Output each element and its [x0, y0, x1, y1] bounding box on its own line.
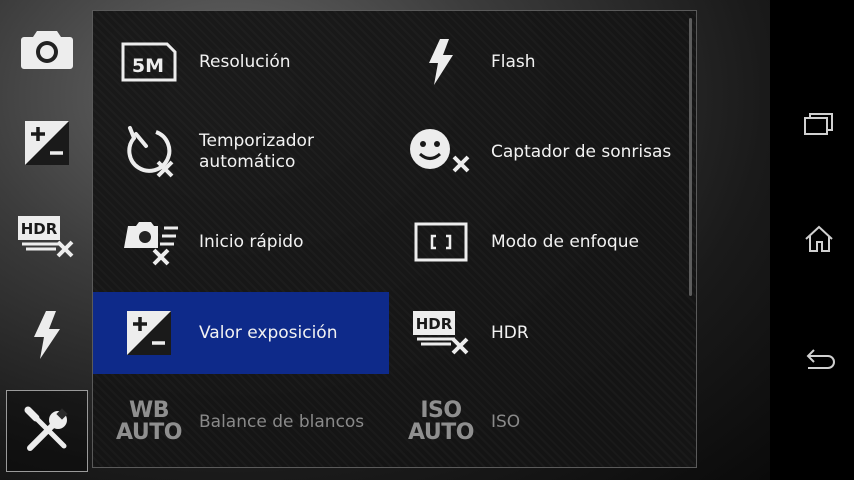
camera-sidebar: HDR [0, 0, 92, 480]
recent-apps-button[interactable] [802, 106, 836, 140]
home-icon [805, 225, 833, 252]
menu-item-focus-mode[interactable]: Modo de enfoque [391, 201, 681, 283]
iso-icon-text: ISO [420, 398, 462, 423]
menu-item-quick-launch[interactable]: Inicio rápido [99, 201, 389, 283]
white-balance-auto-icon: WB AUTO [116, 400, 182, 444]
back-button[interactable] [802, 344, 836, 378]
focus-mode-icon [414, 222, 468, 262]
exposure-icon [25, 121, 69, 165]
settings-tools-icon [24, 406, 68, 451]
self-timer-off-icon [127, 126, 174, 178]
flash-button[interactable] [6, 294, 88, 376]
menu-item-label: Flash [491, 51, 536, 72]
menu-item-hdr[interactable]: HDR HDR [391, 292, 681, 374]
menu-item-iso[interactable]: ISO AUTO ISO [391, 381, 681, 463]
home-button[interactable] [802, 222, 836, 256]
menu-item-resolution[interactable]: 5M Resolución [99, 21, 389, 103]
smile-shutter-off-icon [410, 129, 470, 173]
system-navigation-bar [770, 0, 854, 480]
auto-icon-text: AUTO [116, 420, 182, 445]
resolution-icon-text: 5M [132, 55, 164, 77]
menu-item-white-balance[interactable]: WB AUTO Balance de blancos [99, 381, 389, 463]
menu-item-flash[interactable]: Flash [391, 21, 681, 103]
menu-item-label: HDR [491, 322, 529, 343]
iso-auto-icon: ISO AUTO [408, 400, 474, 444]
menu-scrollbar[interactable] [689, 18, 692, 296]
back-icon [806, 349, 835, 369]
menu-item-label: Valor exposición [199, 322, 338, 343]
menu-item-label: Captador de sonrisas [491, 141, 672, 162]
menu-item-label: Modo de enfoque [491, 231, 639, 252]
menu-item-label: Resolución [199, 51, 291, 72]
menu-item-label: Temporizador automático [199, 131, 314, 172]
menu-item-self-timer[interactable]: Temporizador automático [99, 111, 389, 193]
camera-icon [21, 31, 73, 69]
resolution-5m-icon: 5M [121, 42, 177, 82]
auto-icon-text: AUTO [408, 420, 474, 445]
exposure-icon [127, 311, 171, 355]
settings-button[interactable] [6, 390, 88, 472]
hdr-icon-text: HDR [416, 315, 453, 333]
camera-mode-button[interactable] [6, 8, 88, 90]
flash-icon [429, 39, 453, 85]
hdr-off-icon: HDR [18, 216, 74, 258]
camera-settings-menu: 5M Resolución Flash Temporizador automát… [92, 10, 697, 468]
hdr-off-icon: HDR [413, 311, 469, 355]
menu-item-smile-shutter[interactable]: Captador de sonrisas [391, 111, 681, 193]
recent-apps-icon [804, 113, 833, 135]
menu-item-label: Balance de blancos [199, 411, 365, 432]
wb-icon-text: WB [128, 398, 170, 423]
svg-text:HDR: HDR [21, 220, 58, 238]
quick-launch-off-icon [124, 222, 178, 266]
menu-item-exposure-value[interactable]: Valor exposición [93, 292, 389, 374]
exposure-button[interactable] [6, 102, 88, 184]
menu-item-label: ISO [491, 411, 521, 432]
flash-icon [34, 311, 60, 359]
menu-item-label: Inicio rápido [199, 231, 304, 252]
hdr-button[interactable]: HDR [6, 196, 88, 278]
